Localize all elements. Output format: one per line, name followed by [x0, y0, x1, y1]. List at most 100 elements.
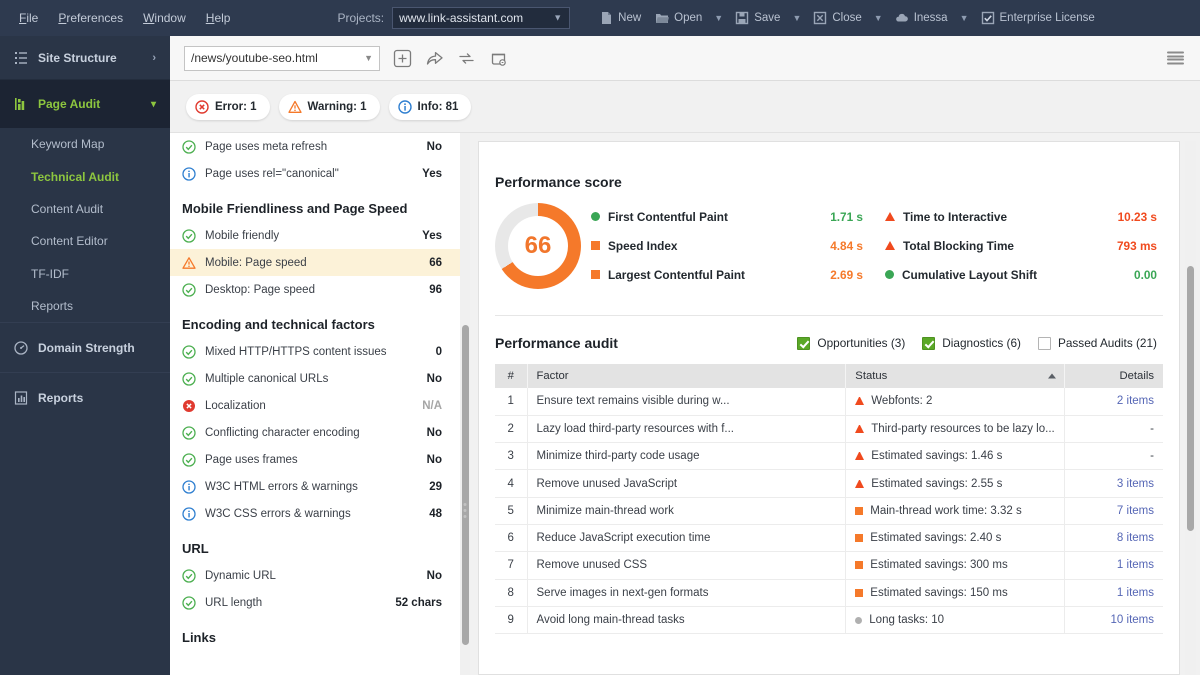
menu-window[interactable]: Window — [134, 7, 195, 29]
factor-row[interactable]: W3C CSS errors & warnings 48 — [170, 500, 460, 527]
rescan-icon[interactable] — [489, 49, 508, 68]
hamburger-menu-icon[interactable] — [1167, 51, 1184, 65]
factor-row[interactable]: W3C HTML errors & warnings 29 — [170, 473, 460, 500]
column-header-number[interactable]: # — [495, 364, 528, 388]
factor-list-scrollbar[interactable] — [460, 133, 470, 675]
table-row[interactable]: 3 Minimize third-party code usage Estimate… — [495, 442, 1163, 471]
audit-filter-checkbox[interactable]: Opportunities (3) — [797, 336, 905, 350]
factor-value: 29 — [429, 480, 442, 493]
row-number: 6 — [495, 524, 528, 553]
factor-name: URL length — [205, 596, 263, 609]
column-header-details[interactable]: Details — [1064, 364, 1163, 388]
column-header-factor[interactable]: Factor — [527, 364, 847, 388]
sidebar-item-technical-audit[interactable]: Technical Audit — [0, 160, 170, 192]
toolbar-close-button[interactable]: Close — [806, 6, 868, 30]
factor-value: Yes — [422, 167, 442, 180]
row-details-link[interactable]: 7 items — [1064, 497, 1163, 525]
row-factor: Minimize third-party code usage — [527, 442, 847, 471]
toolbar-account-caret[interactable]: ▼ — [955, 8, 974, 28]
row-details-link[interactable]: 2 items — [1064, 388, 1163, 416]
factor-row[interactable]: Page uses rel="canonical" Yes — [170, 160, 460, 187]
table-row[interactable]: 1 Ensure text remains visible during w...… — [495, 388, 1163, 416]
table-row[interactable]: 5 Minimize main-thread work Main-thread wo… — [495, 497, 1163, 525]
sidebar-item-page-audit-reports[interactable]: Reports — [0, 290, 170, 322]
page-url-select[interactable]: /news/youtube-seo.html ▼ — [184, 45, 380, 71]
sidebar-item-reports[interactable]: Reports — [0, 372, 170, 422]
metric-label: Cumulative Layout Shift — [902, 267, 1038, 282]
toolbar-save-caret[interactable]: ▼ — [787, 8, 806, 28]
sidebar-item-content-audit[interactable]: Content Audit — [0, 193, 170, 225]
menu-preferences[interactable]: Preferences — [49, 7, 132, 29]
audit-filter-checkbox[interactable]: Diagnostics (6) — [922, 336, 1021, 350]
table-row[interactable]: 8 Serve images in next-gen formats Estimat… — [495, 579, 1163, 607]
performance-audit-title: Performance audit — [495, 335, 618, 351]
row-details-link[interactable]: 1 items — [1064, 579, 1163, 607]
row-details-link[interactable]: 1 items — [1064, 551, 1163, 580]
performance-audit-header: Performance audit Opportunities (3) Diagn… — [479, 316, 1179, 351]
column-header-status[interactable]: Status — [845, 364, 1065, 388]
share-icon[interactable] — [425, 49, 444, 68]
factor-row[interactable]: Mobile friendly Yes — [170, 222, 460, 249]
toolbar-license-button[interactable]: Enterprise License — [974, 6, 1102, 30]
status-badge-info[interactable]: Info: 81 — [388, 93, 472, 120]
toolbar-open-caret[interactable]: ▼ — [709, 8, 728, 28]
factor-row[interactable]: Multiple canonical URLs No — [170, 365, 460, 392]
project-select[interactable]: www.link-assistant.com ▼ — [392, 7, 571, 29]
project-select-value: www.link-assistant.com — [399, 11, 524, 25]
performance-panel-scroll-thumb[interactable] — [1187, 266, 1194, 531]
toolbar-open-button[interactable]: Open — [648, 6, 709, 30]
table-row[interactable]: 7 Remove unused CSS Estimated savings: 300… — [495, 551, 1163, 580]
factor-row[interactable]: Mixed HTTP/HTTPS content issues 0 — [170, 338, 460, 365]
toolbar-new-button[interactable]: New — [592, 6, 648, 30]
sidebar-item-domain-strength[interactable]: Domain Strength — [0, 322, 170, 372]
audit-filter-checkbox[interactable]: Passed Audits (21) — [1037, 336, 1157, 350]
factor-list[interactable]: Page uses meta refresh No Page uses rel="c… — [170, 133, 460, 675]
factor-row[interactable]: Desktop: Page speed 96 — [170, 276, 460, 303]
performance-score-block: Performance score 66 First Contentful Pa… — [479, 142, 1179, 289]
factor-list-scroll-thumb[interactable] — [462, 325, 469, 645]
table-row[interactable]: 6 Reduce JavaScript execution time Estimat… — [495, 524, 1163, 553]
row-details-link[interactable]: 8 items — [1064, 524, 1163, 553]
sort-ascending-icon — [1047, 373, 1056, 379]
metric-square-icon — [591, 241, 600, 250]
add-page-icon[interactable] — [393, 49, 412, 68]
sidebar: Site Structure › Page Audit ▾ Keyword Ma… — [0, 36, 170, 675]
factor-row[interactable]: Localization N/A — [170, 392, 460, 419]
factor-row[interactable]: Page uses frames No — [170, 446, 460, 473]
status-triangle-icon — [855, 397, 865, 406]
status-badge-error[interactable]: Error: 1 — [186, 93, 270, 120]
toolbar-close-caret[interactable]: ▼ — [869, 8, 888, 28]
panel-resize-grip[interactable] — [463, 503, 467, 518]
refresh-icon[interactable] — [457, 49, 476, 68]
sidebar-item-keyword-map[interactable]: Keyword Map — [0, 128, 170, 160]
row-factor: Remove unused CSS — [527, 551, 847, 580]
menu-help[interactable]: Help — [197, 7, 240, 29]
row-factor: Minimize main-thread work — [527, 497, 847, 525]
checkbox-icon[interactable] — [922, 336, 936, 350]
metric-row: Speed Index 4.84 s — [591, 231, 885, 260]
checkbox-icon[interactable] — [1037, 336, 1051, 350]
check-circle-icon — [182, 425, 196, 440]
table-row[interactable]: 4 Remove unused JavaScript Estimated savin… — [495, 469, 1163, 498]
table-row[interactable]: 2 Lazy load third-party resources with f.… — [495, 415, 1163, 444]
sidebar-item-tf-idf[interactable]: TF-IDF — [0, 258, 170, 290]
factor-row[interactable]: Dynamic URL No — [170, 562, 460, 589]
factor-row[interactable]: Mobile: Page speed 66 — [170, 249, 460, 276]
status-badge-warning[interactable]: Warning: 1 — [278, 93, 380, 120]
factor-row[interactable]: URL length 52 chars — [170, 589, 460, 616]
sidebar-item-page-audit-reports-label: Reports — [31, 299, 74, 314]
sidebar-item-page-audit[interactable]: Page Audit ▾ — [0, 80, 170, 128]
toolbar-account-button[interactable]: Inessa — [888, 6, 955, 30]
row-details-link[interactable]: 10 items — [1064, 606, 1163, 635]
sidebar-item-site-structure-label: Site Structure — [38, 50, 117, 65]
toolbar-save-button[interactable]: Save — [728, 6, 787, 30]
checkbox-icon[interactable] — [797, 336, 811, 350]
sidebar-item-site-structure[interactable]: Site Structure › — [0, 36, 170, 80]
menu-file[interactable]: File — [10, 7, 47, 29]
sidebar-item-content-editor[interactable]: Content Editor — [0, 225, 170, 257]
row-details-link[interactable]: 3 items — [1064, 469, 1163, 498]
factor-row[interactable]: Conflicting character encoding No — [170, 419, 460, 446]
performance-panel-scrollbar[interactable] — [1185, 141, 1196, 675]
table-row[interactable]: 9 Avoid long main-thread tasks Long tasks:… — [495, 606, 1163, 635]
factor-row[interactable]: Page uses meta refresh No — [170, 133, 460, 160]
